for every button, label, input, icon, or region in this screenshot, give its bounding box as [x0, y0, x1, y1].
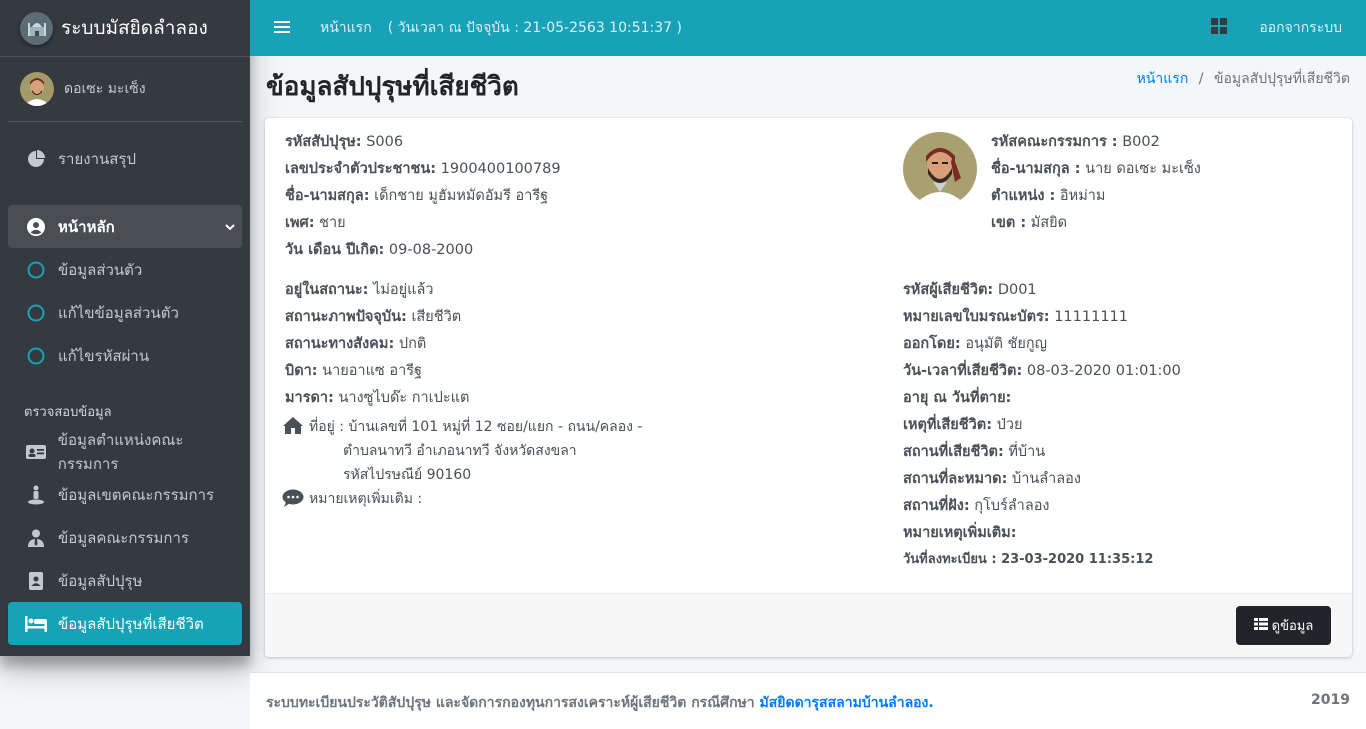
sidebar-item-label: ข้อมูลคณะกรรมการ [58, 528, 189, 547]
death-datetime: วัน-เวลาที่เสียชีวิต: 08-03-2020 01:01:0… [903, 363, 1181, 379]
nav-home-link[interactable]: หน้าแรก [320, 17, 372, 39]
death-issued-by: ออกโดย: อนุมัติ ชัยกูญ [903, 336, 1047, 352]
address-line-3: รหัสไปรษณีย์ 90160 [343, 467, 472, 483]
sidebar-item-label: แก้ไขรหัสผ่าน [58, 346, 150, 365]
page-footer: ระบบทะเบียนประวัติสัปปุรุษ และจัดการกองท… [250, 672, 1366, 729]
logout-link[interactable]: ออกจากระบบ [1259, 17, 1342, 39]
breadcrumb-home-link[interactable]: หน้าแรก [1137, 71, 1189, 87]
address-line-1: ที่อยู่ : บ้านเลขที่ 101 หมู่ที่ 12 ซอย/… [309, 419, 643, 435]
member-mother: มารดา: นางซูไบด๊ะ กาเปะแต [285, 390, 470, 406]
sidebar-item-label: แก้ไขข้อมูลส่วนตัว [58, 303, 179, 322]
grid-icon[interactable] [1211, 18, 1228, 38]
death-place: สถานที่เสียชีวิต: ที่บ้าน [903, 444, 1046, 460]
circle-icon [24, 347, 48, 365]
sidebar-item-label: ข้อมูลเขตคณะกรรมการ [58, 485, 215, 504]
footer-mosque-link[interactable]: มัสยิดดารุสสลามบ้านลำลอง. [760, 695, 934, 711]
brand-name: ระบบมัสยิดลำลอง [61, 17, 208, 39]
sidebar-item-profile[interactable]: ข้อมูลส่วนตัว [8, 248, 242, 291]
sidebar-item-deceased[interactable]: ข้อมูลสัปปุรุษที่เสียชีวิต [8, 602, 242, 645]
page-title: ข้อมูลสัปปุรุษที่เสียชีวิต [266, 72, 519, 102]
sidebar-item-label: หน้าหลัก [58, 217, 115, 236]
sidebar-item-change-password[interactable]: แก้ไขรหัสผ่าน [8, 334, 242, 377]
view-data-label: ดูข้อมูล [1271, 619, 1314, 634]
sidebar-item-home[interactable]: หน้าหลัก [8, 205, 242, 248]
mosque-logo-icon [20, 11, 53, 45]
breadcrumb-current: ข้อมูลสัปปุรุษที่เสียชีวิต [1213, 71, 1350, 87]
avatar [20, 72, 54, 106]
member-social-status: สถานะทางสังคม: ปกติ [285, 336, 427, 352]
bed-icon [24, 615, 48, 632]
sidebar-item-edit-profile[interactable]: แก้ไขข้อมูลส่วนตัว [8, 291, 242, 334]
sidebar-item-label: ข้อมูลส่วนตัว [58, 260, 143, 279]
sidebar-item-committee[interactable]: ข้อมูลคณะกรรมการ [8, 516, 242, 559]
death-id: รหัสผู้เสียชีวิต: D001 [903, 282, 1037, 298]
member-father: บิดา: นายอาแซ อารีฐ [285, 363, 423, 379]
user-name: ดอเซะ มะเซ็ง [64, 81, 146, 97]
circle-icon [24, 304, 48, 322]
top-navbar: หน้าแรก ( วันเวลา ณ ปัจจุบัน : 21-05-256… [250, 0, 1366, 56]
brand[interactable]: ระบบมัสยิดลำลอง [0, 0, 250, 57]
sidebar-item-committee-zones[interactable]: ข้อมูลเขตคณะกรรมการ [8, 473, 242, 516]
table-icon [1253, 617, 1268, 634]
card-footer: ดูข้อมูล [265, 593, 1352, 657]
committee-id: รหัสคณะกรรมการ : B002 [991, 134, 1160, 150]
prayer-place: สถานที่ละหมาด: บ้านลำลอง [903, 471, 1081, 487]
chevron-down-icon [224, 219, 236, 237]
sidebar-item-committee-positions[interactable]: ข้อมูลตำแหน่งคณะกรรมการ [8, 430, 242, 473]
committee-name: ชื่อ-นามสกุล : นาย ดอเซะ มะเซ็ง [991, 161, 1201, 177]
id-card-icon [24, 444, 48, 460]
address-line-2: ตำบลนาทวี อำเภอนาทวี จังหวัดสงขลา [343, 443, 577, 459]
current-datetime: ( วันเวลา ณ ปัจจุบัน : 21-05-2563 10:51:… [387, 20, 682, 36]
sidebar: ระบบมัสยิดลำลอง ดอเซะ มะเซ็ง รายงานสรุป … [0, 0, 250, 656]
member-note: หมายเหตุเพิ่มเติม : [309, 491, 423, 507]
sidebar-nav: รายงานสรุป หน้าหลัก ข้อมูลส่วนตัว แก้ไขข… [0, 122, 250, 645]
user-tie-icon [24, 529, 48, 547]
member-sex: เพศ: ชาย [285, 215, 346, 231]
address-book-icon [24, 571, 48, 590]
death-age: อายุ ณ วันที่ตาย: [903, 390, 1012, 406]
committee-zone: เขต : มัสยิด [991, 215, 1068, 231]
breadcrumb: หน้าแรก / ข้อมูลสัปปุรุษที่เสียชีวิต [1137, 68, 1350, 90]
footer-text: ระบบทะเบียนประวัติสัปปุรุษ และจัดการกองท… [266, 695, 934, 711]
menu-toggle-icon[interactable] [274, 19, 290, 38]
street-view-icon [24, 485, 48, 505]
user-circle-icon [24, 217, 48, 236]
registered-date: วันที่ลงทะเบียน : 23-03-2020 11:35:12 [903, 552, 1154, 567]
footer-year: 2019 [1311, 692, 1350, 708]
member-id: รหัสสัปปุรุษ: S006 [285, 134, 404, 150]
home-icon [282, 416, 304, 439]
user-panel[interactable]: ดอเซะ มะเซ็ง [8, 57, 242, 122]
sidebar-item-label: รายงานสรุป [58, 149, 137, 168]
death-note: หมายเหตุเพิ่มเติม: [903, 525, 1017, 541]
sidebar-item-members[interactable]: ข้อมูลสัปปุรุษ [8, 559, 242, 602]
member-current-status: สถานะภาพปัจจุบัน: เสียชีวิต [285, 309, 462, 325]
sidebar-item-label: ข้อมูลสัปปุรุษที่เสียชีวิต [58, 614, 204, 633]
member-birthdate: วัน เดือน ปีเกิด: 09-08-2000 [285, 242, 474, 258]
committee-avatar [903, 132, 977, 206]
death-certificate: หมายเลขใบมรณะบัตร: 11111111 [903, 309, 1129, 325]
death-cause: เหตุที่เสียชีวิต: ป่วย [903, 417, 1023, 433]
comment-icon [282, 489, 304, 511]
breadcrumb-separator: / [1198, 71, 1204, 87]
sidebar-item-label: ข้อมูลสัปปุรุษ [58, 571, 143, 590]
member-status: อยู่ในสถานะ: ไม่อยู่แล้ว [285, 282, 434, 298]
member-name: ชื่อ-นามสกุล: เด็กชาย มูฮัมหมัดอัมรี อาร… [285, 188, 549, 204]
circle-icon [24, 261, 48, 279]
deceased-detail-card: รหัสสัปปุรุษ: S006 เลขประจำตัวประชาชน: 1… [265, 118, 1352, 657]
member-citizen-id: เลขประจำตัวประชาชน: 1900400100789 [285, 161, 561, 177]
committee-position: ตำแหน่ง : อิหม่าม [991, 188, 1106, 204]
view-data-button[interactable]: ดูข้อมูล [1236, 606, 1331, 645]
sidebar-header: ตรวจสอบข้อมูล [24, 405, 112, 420]
burial-place: สถานที่ฝัง: กุโบร์ลำลอง [903, 498, 1050, 514]
sidebar-item-report[interactable]: รายงานสรุป [8, 137, 242, 180]
pie-chart-icon [24, 149, 48, 168]
sidebar-item-label: ข้อมูลตำแหน่งคณะกรรมการ [57, 430, 184, 473]
